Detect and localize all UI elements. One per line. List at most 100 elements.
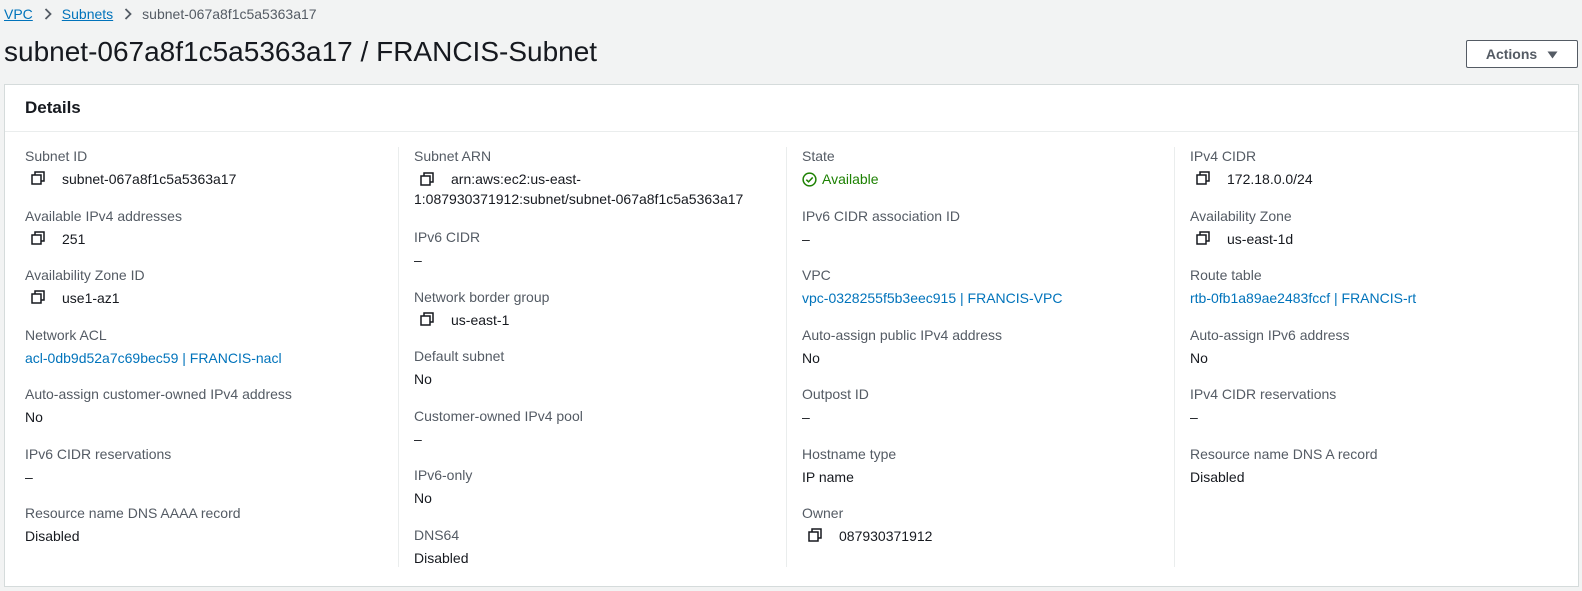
field-value-row: Available [802, 169, 1172, 189]
actions-button[interactable]: Actions [1466, 40, 1578, 68]
field-label: IPv6 CIDR [414, 229, 481, 245]
field-value-row: us-east-1d [1190, 229, 1560, 249]
field-label: Auto-assign customer-owned IPv4 address [25, 386, 292, 402]
available-ipv4-value: 251 [62, 231, 86, 247]
field-az-id: Availability Zone ID use1-az1 [25, 267, 395, 308]
chevron-right-icon [44, 8, 52, 20]
field-auto-ipv6: Auto-assign IPv6 address No [1190, 327, 1560, 368]
breadcrumb-current: subnet-067a8f1c5a5363a17 [142, 6, 317, 22]
dns64-value: Disabled [414, 550, 469, 566]
field-vpc: VPC vpc-0328255f5b3eec915 | FRANCIS-VPC [802, 267, 1172, 308]
field-ipv6-assoc: IPv6 CIDR association ID – [802, 208, 1172, 249]
subnet-arn-line-2: 1:087930371912:subnet/subnet-067a8f1c5a5… [414, 191, 744, 207]
field-label: IPv6 CIDR association ID [802, 208, 960, 224]
field-label: IPv6-only [414, 467, 473, 483]
field-label: Resource name DNS AAAA record [25, 505, 241, 521]
field-label: Auto-assign IPv6 address [1190, 327, 1350, 343]
field-label: Subnet ARN [414, 148, 492, 164]
field-outpost-id: Outpost ID – [802, 386, 1172, 427]
state-value: Available [822, 171, 879, 187]
field-label: Network border group [414, 289, 550, 305]
copy-icon[interactable] [1195, 230, 1211, 246]
ipv6-cidr-value: – [414, 252, 422, 268]
route-table-link[interactable]: rtb-0fb1a89ae2483fccf | FRANCIS-rt [1190, 288, 1416, 308]
field-customer-ipv4-pool: Customer-owned IPv4 pool – [414, 408, 784, 449]
subnet-arn-value: arn:aws:ec2:us-east- 1:087930371912:subn… [414, 169, 774, 209]
field-label: Availability Zone [1190, 208, 1292, 224]
ipv4-cidr-reservations-value: – [1190, 409, 1198, 425]
subnet-arn-line-1: arn:aws:ec2:us-east- [451, 171, 581, 187]
network-border-group-value: us-east-1 [451, 312, 510, 328]
ipv6-cidr-reservations-value: – [25, 469, 33, 485]
copy-icon[interactable] [30, 230, 46, 246]
az-id-value: use1-az1 [62, 290, 120, 306]
vpc-link[interactable]: vpc-0328255f5b3eec915 | FRANCIS-VPC [802, 288, 1062, 308]
network-acl-link[interactable]: acl-0db9d52a7c69bec59 | FRANCIS-nacl [25, 348, 282, 368]
field-network-acl: Network ACL acl-0db9d52a7c69bec59 | FRAN… [25, 327, 395, 368]
field-ipv6-cidr-reservations: IPv6 CIDR reservations – [25, 446, 395, 487]
field-label: Availability Zone ID [25, 267, 145, 283]
outpost-id-value: – [802, 409, 810, 425]
field-subnet-id: Subnet ID subnet-067a8f1c5a5363a17 [25, 148, 395, 189]
copy-icon[interactable] [1195, 170, 1211, 186]
field-label: IPv4 CIDR reservations [1190, 386, 1337, 402]
field-value-row: 087930371912 [802, 526, 1172, 546]
field-ipv6-only: IPv6-only No [414, 467, 784, 508]
field-value-row: acl-0db9d52a7c69bec59 | FRANCIS-nacl [25, 348, 395, 368]
field-subnet-arn: Subnet ARN arn:aws:ec2:us-east- 1:087930… [414, 148, 784, 209]
field-label: Outpost ID [802, 386, 869, 402]
field-label: IPv4 CIDR [1190, 148, 1257, 164]
subnet-id-value: subnet-067a8f1c5a5363a17 [62, 171, 237, 187]
default-subnet-value: No [414, 371, 432, 387]
page-title: subnet-067a8f1c5a5363a17 / FRANCIS-Subne… [4, 36, 598, 67]
field-label: Owner [802, 505, 844, 521]
field-dns-a: Resource name DNS A record Disabled [1190, 446, 1560, 487]
field-dns-aaaa: Resource name DNS AAAA record Disabled [25, 505, 395, 546]
field-label: Subnet ID [25, 148, 88, 164]
ipv6-assoc-value: – [802, 231, 810, 247]
dns-a-value: Disabled [1190, 469, 1245, 485]
auto-ipv6-value: No [1190, 350, 1208, 366]
field-hostname-type: Hostname type IP name [802, 446, 1172, 487]
copy-icon[interactable] [807, 527, 823, 543]
auto-customer-ipv4-value: No [25, 409, 43, 425]
availability-zone-value: us-east-1d [1227, 231, 1294, 247]
field-label: State [802, 148, 835, 164]
actions-label: Actions [1485, 46, 1538, 62]
breadcrumb-vpc-link[interactable]: VPC [4, 6, 33, 22]
check-circle-icon [802, 171, 817, 187]
copy-icon[interactable] [30, 170, 46, 186]
breadcrumb-subnets-link[interactable]: Subnets [62, 6, 113, 22]
copy-icon[interactable] [419, 171, 435, 187]
field-label: Available IPv4 addresses [25, 208, 182, 224]
field-label: Hostname type [802, 446, 897, 462]
field-owner: Owner 087930371912 [802, 505, 1172, 546]
customer-ipv4-pool-value: – [414, 431, 422, 447]
details-header: Details [5, 85, 1578, 132]
field-dns64: DNS64 Disabled [414, 527, 784, 568]
details-title: Details [25, 98, 81, 117]
dns-aaaa-value: Disabled [25, 528, 80, 544]
details-panel: Details Subnet ID subnet-067a8f1c5a5363a… [4, 84, 1579, 587]
caret-down-icon [1547, 46, 1558, 62]
copy-icon[interactable] [419, 311, 435, 327]
field-label: Route table [1190, 267, 1262, 283]
chevron-right-icon [124, 8, 132, 20]
field-ipv4-cidr: IPv4 CIDR 172.18.0.0/24 [1190, 148, 1560, 189]
field-label: Auto-assign public IPv4 address [802, 327, 1002, 343]
details-columns: Subnet ID subnet-067a8f1c5a5363a17 Avail… [5, 147, 1578, 586]
field-label: Default subnet [414, 348, 505, 364]
owner-value: 087930371912 [839, 528, 933, 544]
field-availability-zone: Availability Zone us-east-1d [1190, 208, 1560, 249]
field-label: VPC [802, 267, 831, 283]
ipv4-cidr-value: 172.18.0.0/24 [1227, 171, 1313, 187]
field-value-row: us-east-1 [414, 310, 784, 330]
status-badge: Available [802, 169, 879, 189]
field-auto-customer-ipv4: Auto-assign customer-owned IPv4 address … [25, 386, 395, 427]
field-label: DNS64 [414, 527, 460, 543]
field-state: State Available [802, 148, 1172, 189]
field-ipv4-cidr-reservations: IPv4 CIDR reservations – [1190, 386, 1560, 427]
copy-icon[interactable] [30, 289, 46, 305]
breadcrumb: VPC Subnets subnet-067a8f1c5a5363a17 [4, 5, 317, 23]
field-label: IPv6 CIDR reservations [25, 446, 172, 462]
